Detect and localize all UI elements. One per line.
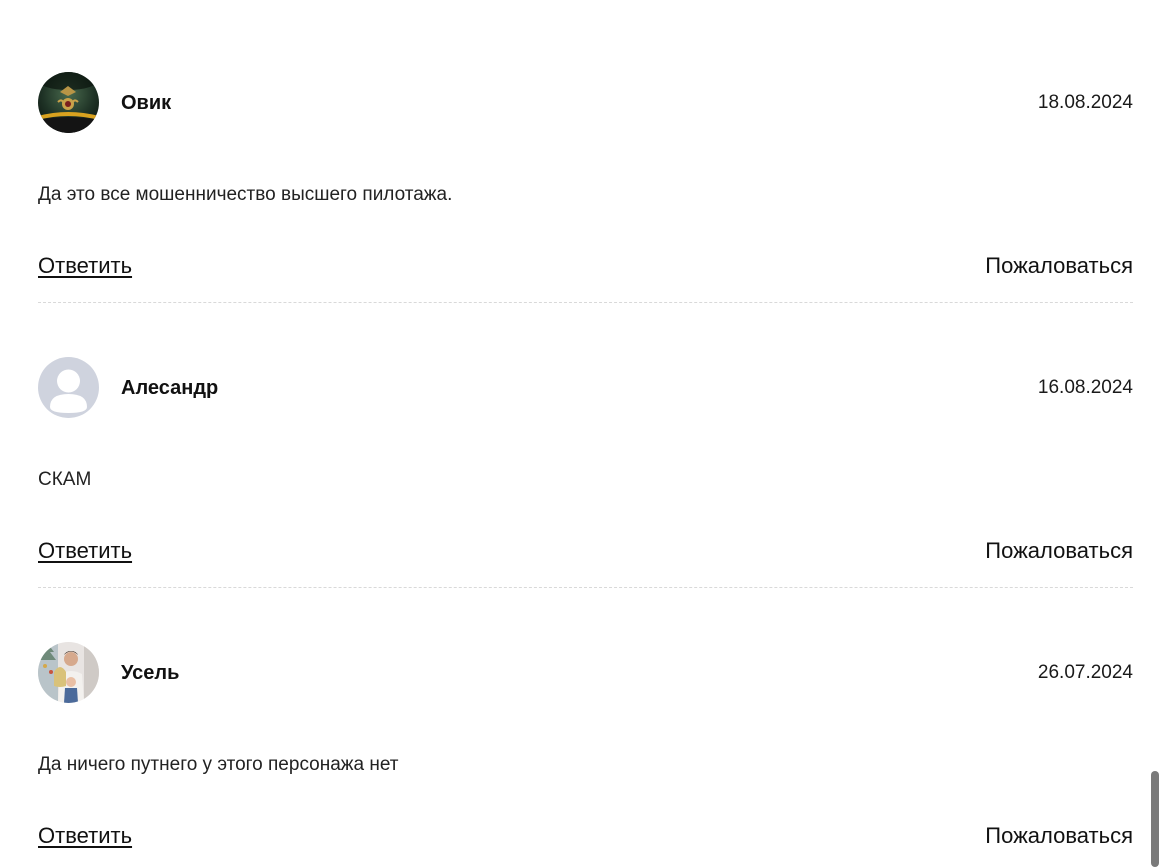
comment-date: 26.07.2024 [1037, 662, 1133, 683]
report-link[interactable]: Пожаловаться [985, 537, 1133, 565]
comment-date: 16.08.2024 [1037, 377, 1133, 398]
report-link[interactable]: Пожаловаться [985, 822, 1133, 850]
avatar[interactable] [38, 357, 99, 418]
comment-header: Усель 26.07.2024 [38, 642, 1133, 704]
author-name: Алесандр [121, 377, 219, 399]
author-name: Усель [121, 662, 180, 684]
avatar[interactable] [38, 642, 99, 703]
comment-date: 18.08.2024 [1037, 92, 1133, 113]
reply-link[interactable]: Ответить [38, 822, 132, 850]
avatar[interactable] [38, 72, 99, 133]
scrollbar[interactable] [1151, 771, 1159, 867]
reply-link[interactable]: Ответить [38, 252, 132, 280]
comment-item: Алесандр 16.08.2024 СКАМ Ответить Пожало… [38, 357, 1133, 588]
comment-text: СКАМ [38, 469, 92, 490]
reply-link[interactable]: Ответить [38, 537, 132, 565]
comment-header: Овик 18.08.2024 [38, 72, 1133, 134]
comment-text: Да это все мошенничество высшего пилотаж… [38, 184, 453, 205]
comment-header: Алесандр 16.08.2024 [38, 357, 1133, 419]
comment-text: Да ничего путнего у этого персонажа нет [38, 754, 399, 775]
divider [38, 587, 1133, 588]
divider [38, 302, 1133, 303]
family-photo-icon [38, 642, 99, 703]
default-user-icon [38, 357, 99, 418]
report-link[interactable]: Пожаловаться [985, 252, 1133, 280]
author-name: Овик [121, 92, 172, 114]
comments-page: Овик 18.08.2024 Да это все мошенничество… [0, 0, 1170, 867]
comment-item: Усель 26.07.2024 Да ничего путнего у это… [38, 642, 1133, 848]
comment-item: Овик 18.08.2024 Да это все мошенничество… [38, 72, 1133, 303]
military-cap-icon [38, 72, 99, 133]
